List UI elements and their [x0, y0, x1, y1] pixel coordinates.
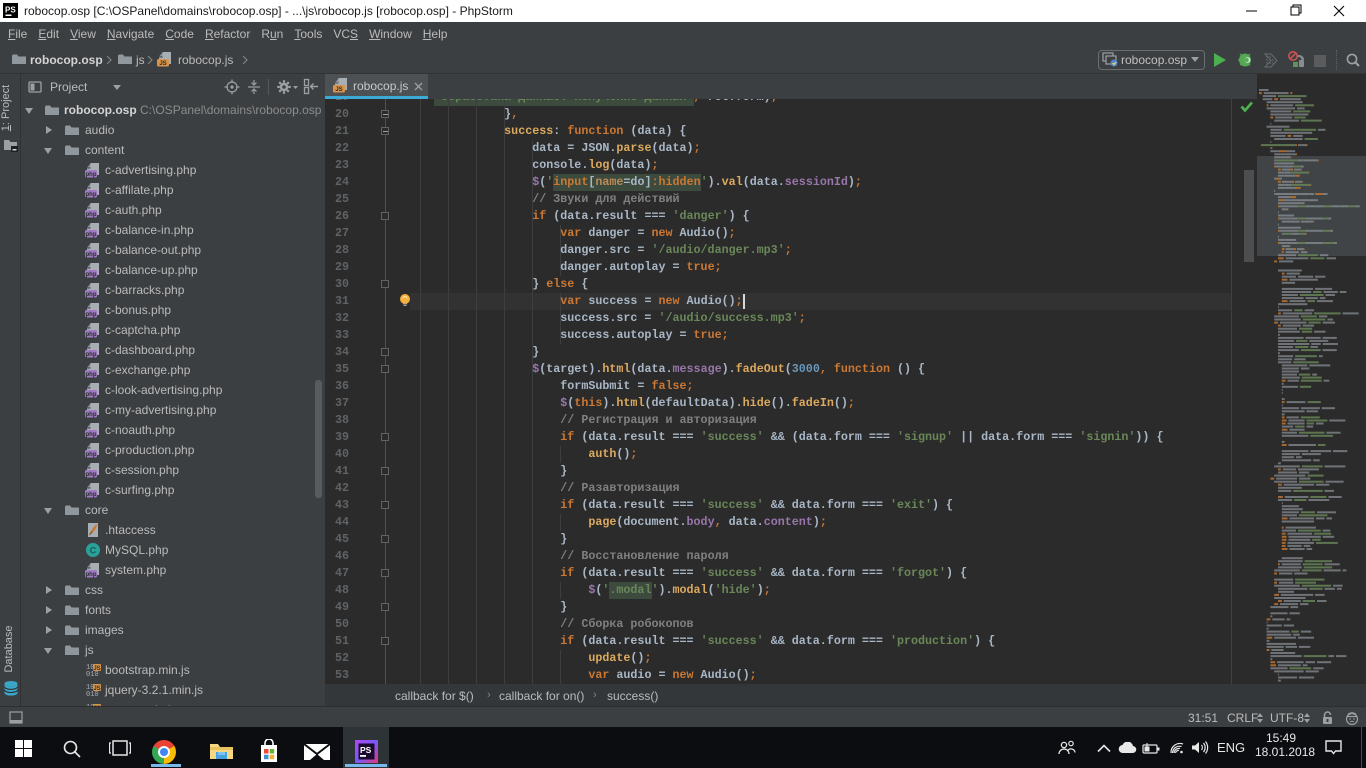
svg-text:PS: PS — [360, 745, 372, 755]
